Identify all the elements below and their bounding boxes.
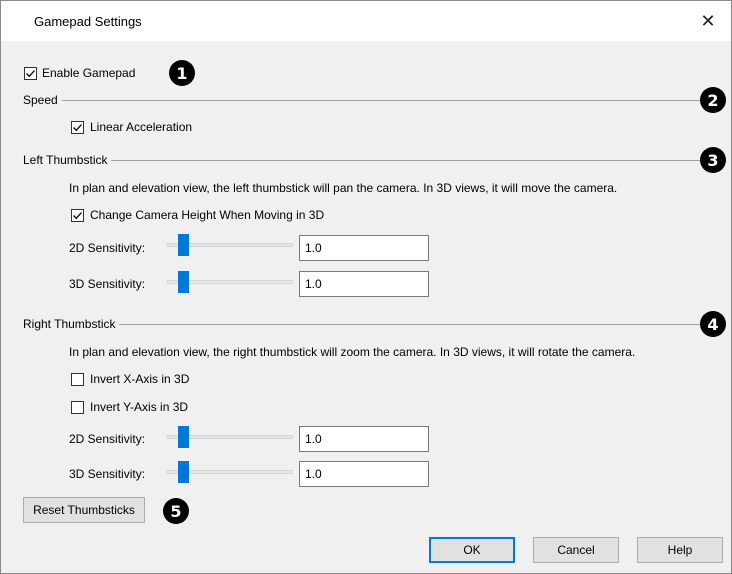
- right-3d-sensitivity-input[interactable]: 1.0: [299, 461, 429, 487]
- linear-acceleration-checkbox[interactable]: [71, 121, 84, 134]
- change-camera-height-checkbox[interactable]: [71, 209, 84, 222]
- ok-button[interactable]: OK: [429, 537, 515, 563]
- callout-badge-3: 3: [700, 147, 726, 173]
- right-2d-sensitivity-slider-thumb[interactable]: [178, 426, 189, 448]
- title-bar: Gamepad Settings ✕: [1, 1, 731, 41]
- help-button-label: Help: [667, 543, 693, 557]
- close-icon: ✕: [700, 10, 716, 31]
- linear-acceleration-label: Linear Acceleration: [90, 120, 193, 134]
- left-3d-sensitivity-input[interactable]: 1.0: [299, 271, 429, 297]
- right-thumbstick-description: In plan and elevation view, the right th…: [69, 345, 636, 359]
- right-2d-sensitivity-label: 2D Sensitivity:: [69, 432, 146, 446]
- callout-badge-1: 1: [169, 60, 195, 86]
- right-3d-sensitivity-slider-thumb[interactable]: [178, 461, 189, 483]
- left-2d-sensitivity-label: 2D Sensitivity:: [69, 241, 146, 255]
- callout-badge-2: 2: [700, 87, 726, 113]
- left-thumbstick-description: In plan and elevation view, the left thu…: [69, 181, 618, 195]
- right-thumbstick-section-title: Right Thumbstick: [23, 317, 120, 331]
- help-button[interactable]: Help: [637, 537, 723, 563]
- speed-separator: [23, 100, 703, 101]
- change-camera-height-label: Change Camera Height When Moving in 3D: [90, 208, 325, 222]
- left-2d-sensitivity-slider-thumb[interactable]: [178, 234, 189, 256]
- close-button[interactable]: ✕: [685, 1, 731, 41]
- invert-y-axis-label: Invert Y-Axis in 3D: [90, 400, 189, 414]
- left-thumbstick-separator: [23, 160, 703, 161]
- left-2d-sensitivity-input[interactable]: 1.0: [299, 235, 429, 261]
- checkmark-icon: [73, 212, 82, 220]
- checkmark-icon: [26, 70, 35, 78]
- checkmark-icon: [73, 124, 82, 132]
- ok-button-label: OK: [463, 543, 481, 557]
- left-thumbstick-section-title: Left Thumbstick: [23, 153, 112, 167]
- gamepad-settings-dialog: Gamepad Settings ✕ Enable Gamepad 1 Spee…: [0, 0, 732, 574]
- right-thumbstick-separator: [23, 324, 703, 325]
- right-2d-sensitivity-input[interactable]: 1.0: [299, 426, 429, 452]
- reset-thumbsticks-label: Reset Thumbsticks: [33, 503, 135, 517]
- enable-gamepad-checkbox[interactable]: [24, 67, 37, 80]
- callout-badge-4: 4: [700, 311, 726, 337]
- speed-section-title: Speed: [23, 93, 62, 107]
- invert-x-axis-label: Invert X-Axis in 3D: [90, 372, 190, 386]
- cancel-button[interactable]: Cancel: [533, 537, 619, 563]
- dialog-title: Gamepad Settings: [34, 14, 142, 29]
- invert-x-axis-checkbox[interactable]: [71, 373, 84, 386]
- cancel-button-label: Cancel: [557, 543, 595, 557]
- left-3d-sensitivity-slider-thumb[interactable]: [178, 271, 189, 293]
- invert-y-axis-checkbox[interactable]: [71, 401, 84, 414]
- left-3d-sensitivity-label: 3D Sensitivity:: [69, 277, 146, 291]
- callout-badge-5: 5: [163, 498, 189, 524]
- right-3d-sensitivity-label: 3D Sensitivity:: [69, 467, 146, 481]
- enable-gamepad-label: Enable Gamepad: [42, 66, 136, 80]
- reset-thumbsticks-button[interactable]: Reset Thumbsticks: [23, 497, 145, 523]
